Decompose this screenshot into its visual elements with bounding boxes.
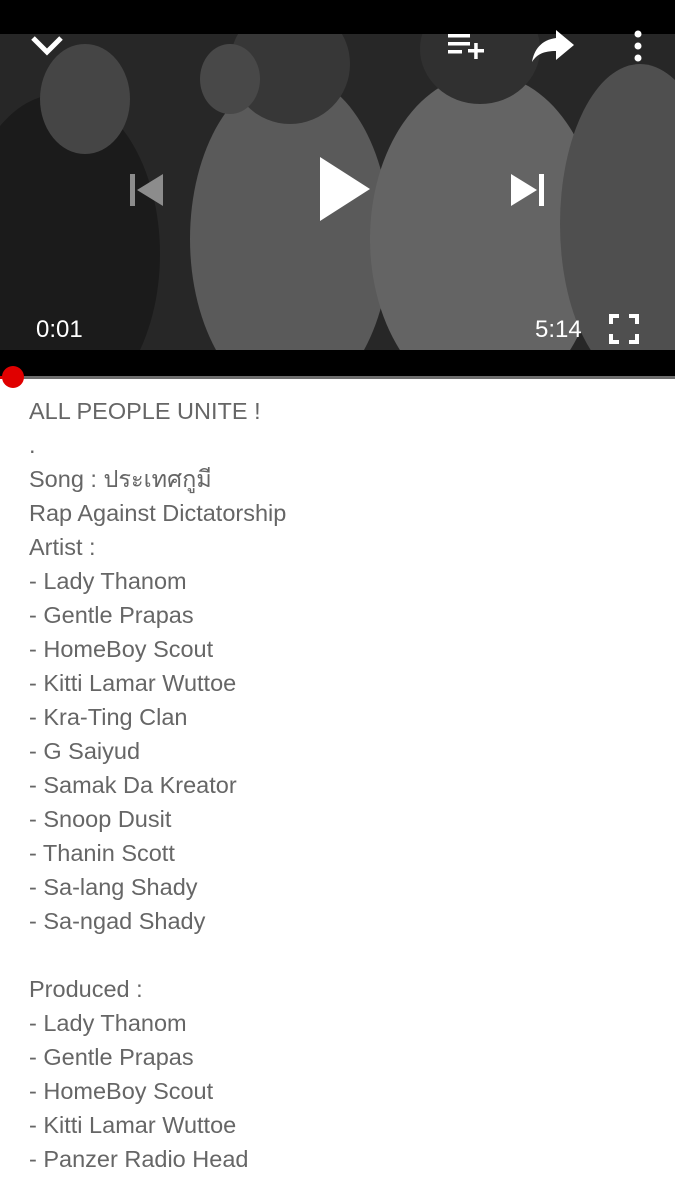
chevron-down-icon[interactable]: [28, 30, 66, 60]
description-line: - Gentle Prapas: [29, 602, 194, 628]
description-line: - Sa-lang Shady: [29, 874, 198, 900]
description-line: Rap Against Dictatorship: [29, 500, 287, 526]
description-line: - Lady Thanom: [29, 568, 187, 594]
description-line: - Thanin Scott: [29, 840, 175, 866]
description-line: - Lady Thanom: [29, 1010, 187, 1036]
share-icon[interactable]: [530, 26, 576, 66]
description-line: - Samak Da Kreator: [29, 772, 237, 798]
current-time: 0:01: [36, 316, 83, 343]
description-line: Produced :: [29, 976, 143, 1002]
description-line: - Gentle Prapas: [29, 1044, 194, 1070]
duration: 5:14: [535, 316, 582, 343]
description-line: - Kitti Lamar Wuttoe: [29, 670, 237, 696]
description-line: - HomeBoy Scout: [29, 636, 214, 662]
description-line: [29, 938, 649, 972]
description-line: .: [29, 432, 36, 458]
video-player[interactable]: 0:01 5:14: [0, 0, 675, 378]
more-vert-icon[interactable]: [628, 30, 648, 64]
description-line: Artist :: [29, 534, 96, 560]
skip-previous-icon[interactable]: [126, 170, 166, 210]
fullscreen-icon[interactable]: [608, 313, 640, 345]
description-line: - Panzer Radio Head: [29, 1146, 249, 1172]
description-line: Song : ประเทศกูมี: [29, 466, 212, 492]
description-line: - Kitti Lamar Wuttoe: [29, 1112, 237, 1138]
progress-scrubber[interactable]: [2, 366, 24, 388]
description-line: - Snoop Dusit: [29, 806, 172, 832]
playlist-add-icon[interactable]: [446, 30, 486, 62]
description-line: - HomeBoy Scout: [29, 1078, 214, 1104]
play-icon[interactable]: [316, 155, 372, 223]
description-line: - Sa-ngad Shady: [29, 908, 206, 934]
description-line: - Kra-Ting Clan: [29, 704, 188, 730]
skip-next-icon[interactable]: [508, 170, 548, 210]
description-line: ALL PEOPLE UNITE !: [29, 398, 261, 424]
progress-bar[interactable]: [0, 376, 675, 379]
video-description: ALL PEOPLE UNITE !. Song : ประเทศกูมี Rap …: [29, 394, 649, 1176]
description-line: - G Saiyud: [29, 738, 141, 764]
